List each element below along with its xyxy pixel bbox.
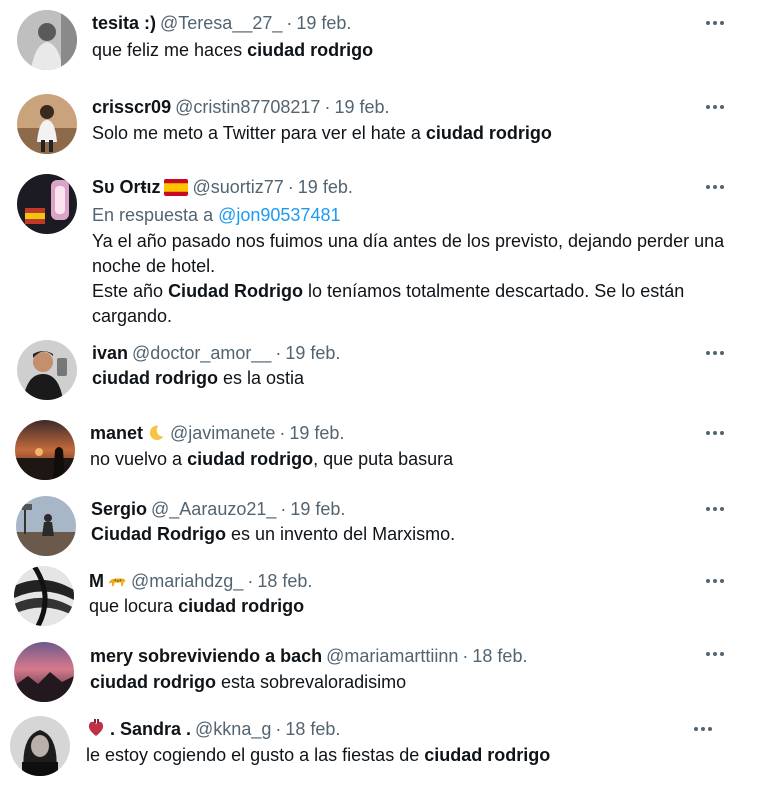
user-name[interactable]: crisscr09: [92, 97, 171, 117]
tweet[interactable]: ivan @doctor_amor__ · 19 feb. ciudad rodrig…: [0, 334, 774, 416]
reply-context: En respuesta a @jon90537481: [92, 205, 341, 225]
highlight-term: ciudad rodrigo: [90, 672, 216, 692]
avatar[interactable]: [15, 420, 75, 480]
tweet-text: ciudad rodrigo esta sobrevaloradisimo: [90, 672, 407, 692]
tweet-line: Este año Ciudad Rodrigo lo teníamos tota…: [92, 281, 685, 326]
anatomical-heart-icon: [88, 719, 104, 736]
user-handle[interactable]: @mariamarttiinn: [326, 646, 458, 666]
separator: ·: [324, 97, 331, 117]
user-handle[interactable]: @Teresa__27_: [160, 13, 282, 33]
tweet-date[interactable]: 18 feb.: [285, 719, 340, 739]
user-name[interactable]: mery sobreviviendo a bach: [90, 646, 322, 666]
user-name[interactable]: . Sandra .: [110, 719, 191, 739]
tweet[interactable]: mery sobreviviendo a bach @mariamarttiinn…: [0, 640, 774, 712]
highlight-term: ciudad rodrigo: [425, 123, 552, 143]
tweet-text: Ciudad Rodrigo es un invento del Marxism…: [91, 524, 456, 544]
more-icon[interactable]: [704, 643, 726, 665]
more-icon[interactable]: [704, 12, 726, 34]
user-name[interactable]: Sergio: [91, 499, 147, 519]
highlight-term: ciudad rodrigo: [178, 596, 305, 616]
tweet-date[interactable]: 19 feb.: [289, 423, 344, 443]
tweet-text: que feliz me haces ciudad rodrigo: [92, 40, 374, 60]
tweet[interactable]: M @mariahdzg_ · 18 feb. que locura ciudad r…: [0, 566, 774, 640]
user-name[interactable]: manet: [90, 423, 143, 443]
user-name[interactable]: Sυ Orŧιz: [92, 177, 160, 197]
avatar[interactable]: [17, 174, 77, 234]
separator: ·: [247, 571, 254, 591]
user-handle[interactable]: @suortiz77: [192, 177, 283, 197]
separator: ·: [275, 719, 282, 739]
tweet[interactable]: tesita :) @Teresa__27_ · 19 feb. que feliz …: [0, 0, 774, 84]
user-name[interactable]: ivan: [92, 343, 128, 363]
tweet-date[interactable]: 19 feb.: [290, 499, 345, 519]
highlight-term: ciudad rodrigo: [187, 449, 314, 469]
separator: ·: [275, 343, 282, 363]
user-handle[interactable]: @javimanete: [170, 423, 275, 443]
mention-link[interactable]: @jon90537481: [218, 205, 340, 225]
tweet[interactable]: . Sandra . @kkna_g · 18 feb. le estoy cogie…: [0, 712, 774, 786]
highlight-term: Ciudad Rodrigo: [91, 524, 226, 544]
highlight-term: ciudad rodrigo: [92, 368, 218, 388]
tweet-date[interactable]: 19 feb.: [334, 97, 389, 117]
avatar[interactable]: [10, 716, 70, 776]
leopard-icon: [108, 578, 126, 586]
user-handle[interactable]: @kkna_g: [195, 719, 271, 739]
separator: ·: [280, 499, 287, 519]
crescent-moon-icon: [149, 425, 164, 441]
tweet-text: que locura ciudad rodrigo: [89, 596, 305, 616]
more-icon[interactable]: [704, 96, 726, 118]
avatar[interactable]: [14, 642, 74, 702]
tweet-date[interactable]: 19 feb.: [298, 177, 353, 197]
tweet-text: le estoy cogiendo el gusto a las fiestas…: [86, 745, 551, 765]
avatar[interactable]: [17, 94, 77, 154]
more-icon[interactable]: [704, 176, 726, 198]
separator: ·: [286, 13, 293, 33]
tweet-text: Ya el año pasado nos fuimos una día ante…: [92, 229, 732, 329]
more-icon[interactable]: [704, 498, 726, 520]
user-name[interactable]: tesita :): [92, 13, 156, 33]
avatar[interactable]: [17, 340, 77, 400]
tweet-date[interactable]: 19 feb.: [296, 13, 351, 33]
highlight-term: ciudad rodrigo: [247, 40, 374, 60]
separator: ·: [462, 646, 469, 666]
tweet[interactable]: crisscr09 @cristin87708217 · 19 feb. Solo m…: [0, 84, 774, 164]
tweet-text: ciudad rodrigo es la ostia: [92, 368, 305, 388]
tweet-date[interactable]: 19 feb.: [285, 343, 340, 363]
separator: ·: [287, 177, 294, 197]
more-icon[interactable]: [704, 342, 726, 364]
tweet[interactable]: Sυ Orŧιz @suortiz77 · 19 feb. En respuesta …: [0, 164, 774, 334]
avatar[interactable]: [16, 496, 76, 556]
tweet-date[interactable]: 18 feb.: [472, 646, 527, 666]
more-icon[interactable]: [704, 422, 726, 444]
user-handle[interactable]: @doctor_amor__: [132, 343, 271, 363]
tweet-text: no vuelvo a ciudad rodrigo, que puta bas…: [90, 449, 454, 469]
separator: ·: [279, 423, 286, 443]
user-handle[interactable]: @cristin87708217: [175, 97, 320, 117]
tweet[interactable]: Sergio @_Aarauzo21_ · 19 feb. Ciudad Rodrig…: [0, 494, 774, 566]
tweet-date[interactable]: 18 feb.: [257, 571, 312, 591]
user-handle[interactable]: @mariahdzg_: [131, 571, 243, 591]
highlight-term: Ciudad Rodrigo: [168, 281, 304, 301]
user-name[interactable]: M: [89, 571, 104, 591]
avatar[interactable]: [14, 566, 74, 626]
user-handle[interactable]: @_Aarauzo21_: [151, 499, 276, 519]
tweet[interactable]: manet @javimanete · 19 feb. no vuelvo a ciu…: [0, 416, 774, 494]
spain-flag-icon: [164, 179, 189, 196]
highlight-term: ciudad rodrigo: [424, 745, 551, 765]
tweet-text: Solo me meto a Twitter para ver el hate …: [92, 123, 552, 143]
more-icon[interactable]: [692, 718, 714, 740]
tweet-line: Ya el año pasado nos fuimos una día ante…: [92, 231, 725, 276]
more-icon[interactable]: [704, 570, 726, 592]
avatar[interactable]: [17, 10, 77, 70]
